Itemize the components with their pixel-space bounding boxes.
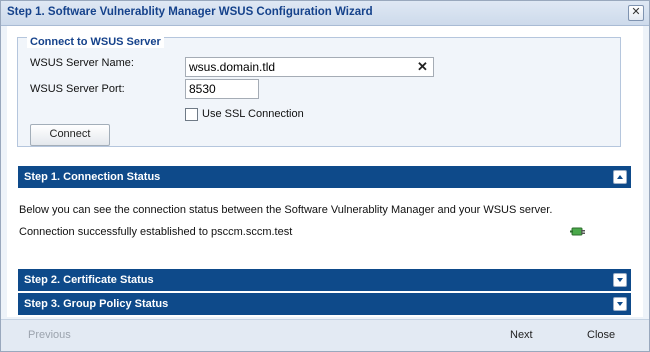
close-button[interactable]: Close bbox=[587, 329, 615, 341]
window-title: Step 1. Software Vulnerablity Manager WS… bbox=[7, 6, 373, 18]
panel-title-step2: Step 2. Certificate Status bbox=[24, 274, 154, 286]
server-port-label: WSUS Server Port: bbox=[30, 83, 125, 95]
connection-status-text: Connection successfully established to p… bbox=[19, 226, 293, 238]
connection-description: Below you can see the connection status … bbox=[19, 204, 553, 216]
server-port-input[interactable] bbox=[185, 79, 259, 99]
title-bar: Step 1. Software Vulnerablity Manager WS… bbox=[1, 1, 649, 26]
ssl-label: Use SSL Connection bbox=[202, 108, 304, 120]
clear-input-icon[interactable]: ✕ bbox=[417, 59, 428, 75]
wizard-window: Step 1. Software Vulnerablity Manager WS… bbox=[0, 0, 650, 352]
server-name-input[interactable] bbox=[185, 57, 434, 77]
close-icon[interactable]: ✕ bbox=[628, 5, 644, 21]
expand-icon[interactable] bbox=[613, 297, 627, 311]
connect-button[interactable]: Connect bbox=[30, 124, 110, 146]
wizard-footer: Previous Next Close bbox=[1, 319, 649, 351]
panel-title-step1: Step 1. Connection Status bbox=[24, 171, 161, 183]
ssl-checkbox[interactable] bbox=[185, 108, 198, 121]
collapse-icon[interactable] bbox=[613, 170, 627, 184]
panel-header-step3[interactable]: Step 3. Group Policy Status bbox=[18, 293, 631, 315]
next-button[interactable]: Next bbox=[510, 329, 533, 341]
server-name-label: WSUS Server Name: bbox=[30, 57, 134, 69]
section-legend: Connect to WSUS Server bbox=[27, 36, 164, 48]
plug-connected-icon bbox=[570, 224, 586, 241]
panel-title-step3: Step 3. Group Policy Status bbox=[24, 298, 169, 310]
previous-button[interactable]: Previous bbox=[28, 329, 71, 341]
panel-header-step2[interactable]: Step 2. Certificate Status bbox=[18, 269, 631, 291]
wizard-content: WSUS Server Name: ✕ WSUS Server Port: Us… bbox=[7, 26, 643, 317]
panel-header-step1[interactable]: Step 1. Connection Status bbox=[18, 166, 631, 188]
expand-icon[interactable] bbox=[613, 273, 627, 287]
wsus-connection-group: WSUS Server Name: ✕ WSUS Server Port: Us… bbox=[17, 37, 621, 147]
